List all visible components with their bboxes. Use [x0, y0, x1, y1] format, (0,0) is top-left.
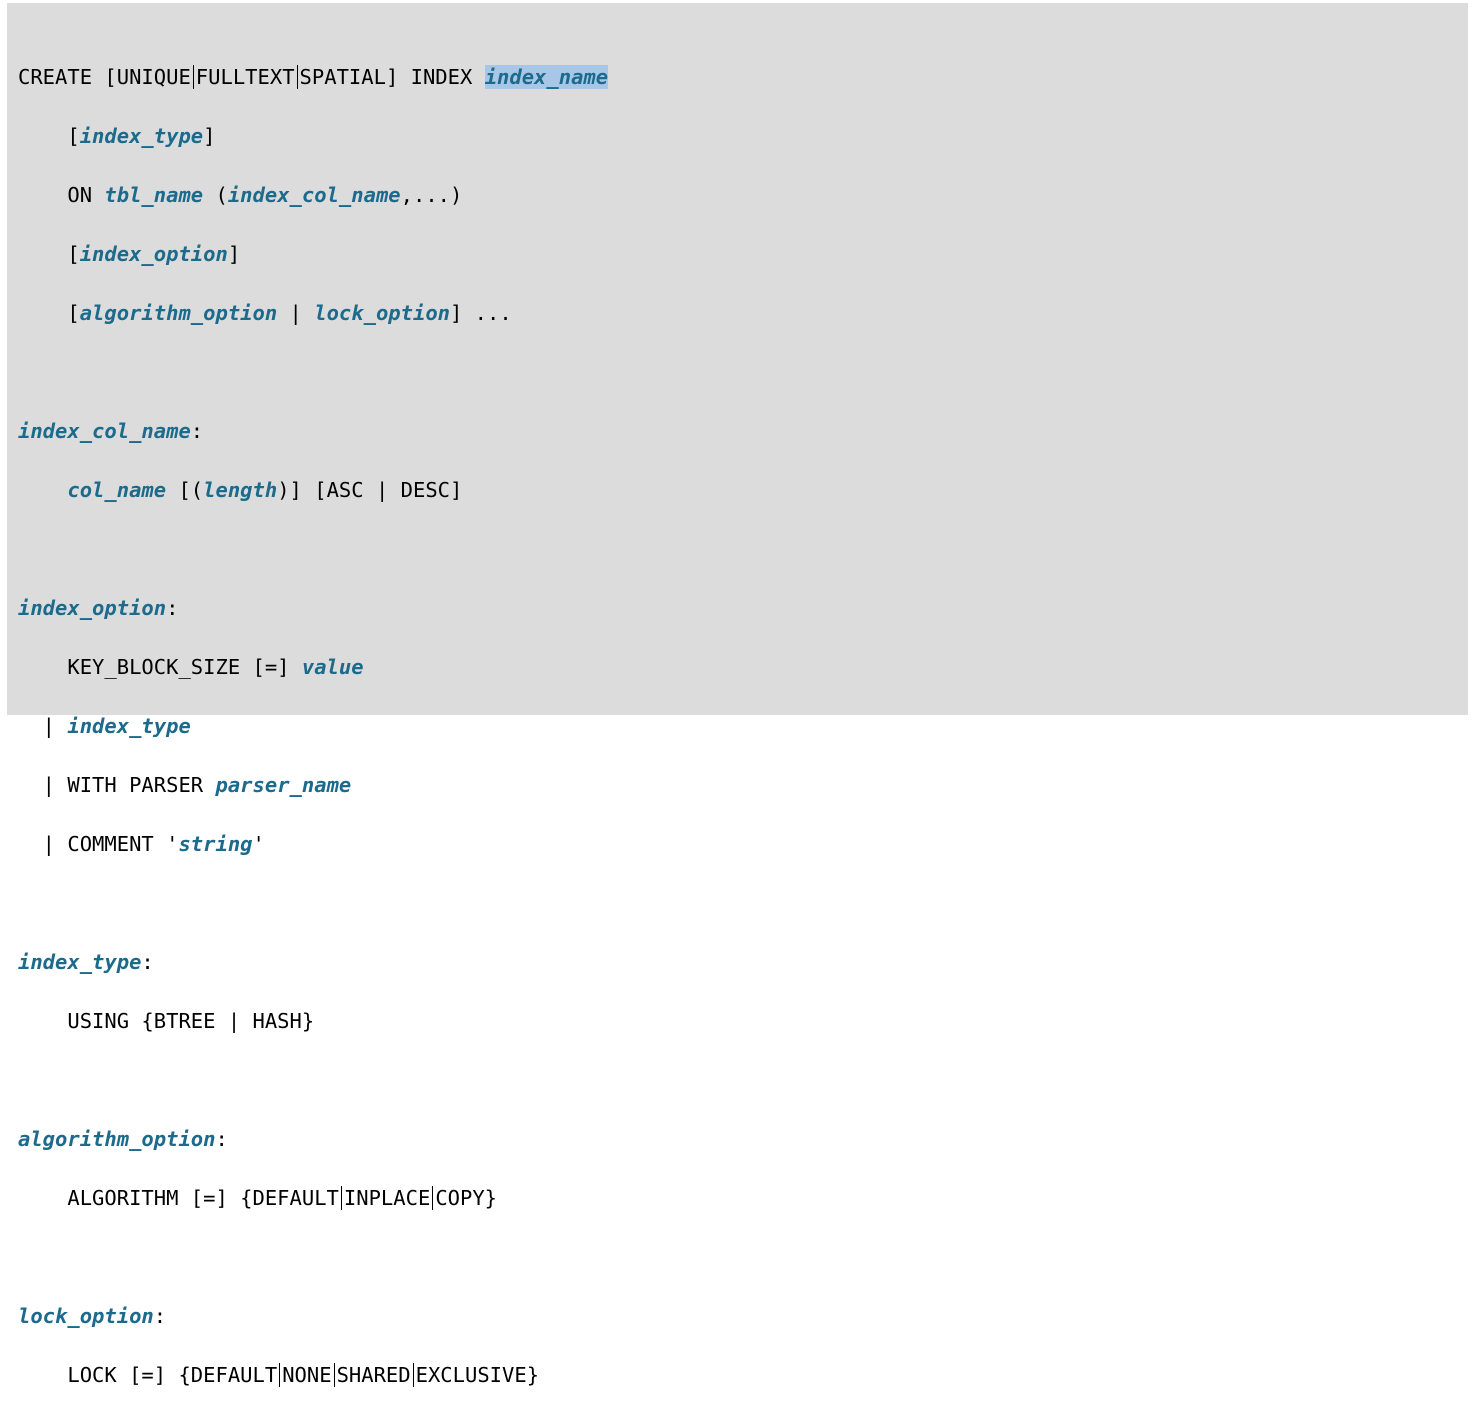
index-type-variable: index_type: [79, 123, 204, 148]
keyword-text: ON: [18, 182, 105, 207]
lock-option-header: lock_option:: [18, 1302, 1468, 1332]
index-col-name-line-1: col_name [(length)] [ASC | DESC]: [18, 476, 1468, 506]
keyword-text: COPY}: [435, 1185, 498, 1210]
separator-bar: [333, 1362, 335, 1387]
keyword-text: LOCK [=] {DEFAULT: [18, 1362, 278, 1387]
keyword-text: COMMENT ': [67, 831, 179, 856]
bracket-text: [(: [166, 477, 204, 502]
index-option-term: index_option: [18, 595, 167, 620]
keyword-text: CREATE [UNIQUE: [18, 64, 191, 89]
algorithm-option-header: algorithm_option:: [18, 1125, 1468, 1155]
bracket-text: ,...): [400, 182, 463, 207]
index-option-variable: index_option: [79, 241, 228, 266]
index-col-name-variable: index_col_name: [227, 182, 401, 207]
index-type-variable: index_type: [67, 713, 191, 738]
keyword-text: WITH PARSER: [67, 772, 216, 797]
bracket-text: ]: [203, 123, 216, 148]
separator-text: |: [18, 831, 68, 856]
separator-bar: [279, 1362, 281, 1387]
bracket-text: ]: [227, 241, 241, 266]
col-name-variable: col_name: [67, 477, 167, 502]
colon-text: :: [215, 1126, 228, 1151]
lock-option-variable: lock_option: [314, 300, 450, 325]
index-option-line-1: KEY_BLOCK_SIZE [=] value: [18, 653, 1468, 683]
create-index-line-5: [algorithm_option | lock_option] ...: [18, 299, 1468, 329]
index-option-line-4: | COMMENT 'string': [18, 830, 1468, 860]
colon-text: :: [166, 595, 179, 620]
lock-option-term: lock_option: [18, 1303, 154, 1328]
colon-text: :: [153, 1303, 167, 1328]
value-variable: value: [301, 654, 364, 679]
colon-text: :: [141, 949, 154, 974]
quote-text: ': [252, 831, 265, 856]
selected-index-name-variable[interactable]: index_name: [484, 64, 609, 89]
index-option-line-2: | index_type: [18, 712, 1468, 742]
keyword-text: SHARED: [336, 1362, 411, 1387]
bracket-text: [: [18, 241, 80, 266]
keyword-text: )] [ASC | DESC]: [277, 477, 463, 502]
index-type-term: index_type: [18, 949, 142, 974]
keyword-text: KEY_BLOCK_SIZE [=]: [18, 654, 302, 679]
index-type-header: index_type:: [18, 948, 1468, 978]
separator-text: |: [18, 713, 68, 738]
separator-bar: [192, 64, 194, 89]
bracket-text: ] ...: [450, 300, 512, 325]
keyword-text: INPLACE: [343, 1185, 431, 1210]
indent-text: [18, 478, 67, 502]
separator-bar: [296, 64, 298, 89]
syntax-code-block: CREATE [UNIQUE FULLTEXT SPATIAL] INDEX ind…: [7, 3, 1468, 1387]
index-option-line-3: | WITH PARSER parser_name: [18, 771, 1468, 801]
bracket-text: [: [18, 123, 80, 148]
tbl-name-variable: tbl_name: [104, 182, 204, 207]
create-index-line-2: [index_type]: [18, 122, 1468, 152]
index-type-line-1: USING {BTREE | HASH}: [18, 1007, 1468, 1037]
index-col-name-term: index_col_name: [18, 418, 191, 443]
separator-text: |: [18, 772, 68, 797]
algorithm-option-variable: algorithm_option: [79, 300, 278, 325]
algorithm-option-term: algorithm_option: [18, 1126, 216, 1151]
string-variable: string: [178, 831, 253, 856]
length-variable: length: [203, 477, 278, 502]
index-option-header: index_option:: [18, 594, 1468, 624]
colon-text: :: [190, 418, 204, 443]
keyword-text: NONE: [282, 1362, 332, 1387]
keyword-text: ALGORITHM [=] {DEFAULT: [18, 1185, 339, 1210]
keyword-text: USING {BTREE | HASH}: [18, 1008, 315, 1033]
index-col-name-header: index_col_name:: [18, 417, 1468, 447]
keyword-text: SPATIAL] INDEX: [299, 64, 485, 89]
separator-text: |: [277, 300, 315, 325]
separator-bar: [340, 1185, 342, 1210]
algorithm-option-line-1: ALGORITHM [=] {DEFAULT INPLACE COPY}: [18, 1184, 1468, 1214]
bracket-text: (: [203, 182, 228, 207]
keyword-text: FULLTEXT: [195, 64, 295, 89]
create-index-line-3: ON tbl_name (index_col_name,...): [18, 181, 1468, 211]
create-index-line-4: [index_option]: [18, 240, 1468, 270]
separator-bar: [412, 1362, 414, 1387]
separator-bar: [432, 1185, 434, 1210]
keyword-text: EXCLUSIVE}: [415, 1362, 540, 1387]
create-index-line-1: CREATE [UNIQUE FULLTEXT SPATIAL] INDEX ind…: [18, 63, 1468, 93]
parser-name-variable: parser_name: [215, 772, 352, 797]
bracket-text: [: [18, 300, 80, 325]
lock-option-line-1: LOCK [=] {DEFAULT NONE SHARED EXCLUSIVE}: [18, 1361, 1468, 1391]
